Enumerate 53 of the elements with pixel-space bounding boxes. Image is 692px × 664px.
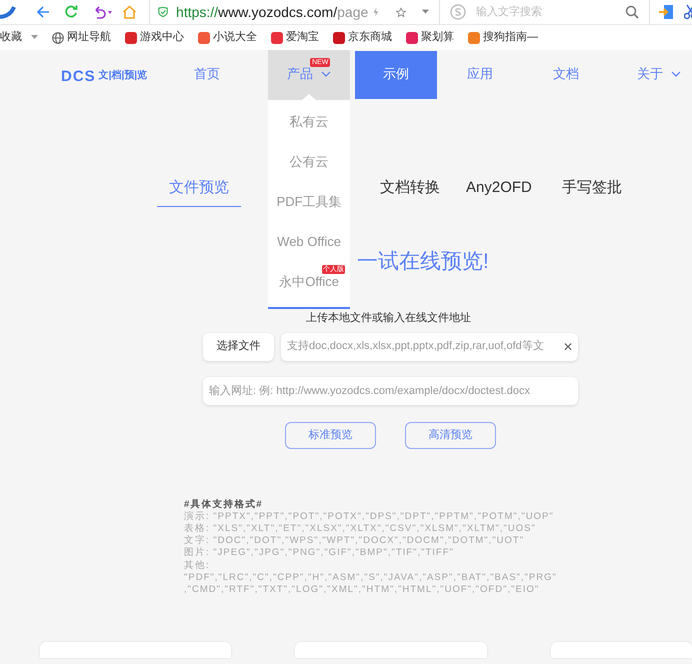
choose-file-button[interactable]: 选择文件 <box>203 332 274 360</box>
star-icon[interactable] <box>396 6 406 18</box>
back-icon[interactable] <box>36 5 50 19</box>
format-line: 演示: "PPTX","PPT","POT","POTX","DPS","DPT","PPTM","POTM","UOP" <box>184 510 555 523</box>
preview-button[interactable]: 标准预览 <box>285 422 376 448</box>
subtitle: 上传本地文件或输入在线文件地址 <box>306 310 472 326</box>
dropdown-icon[interactable] <box>31 35 38 40</box>
nav-item[interactable]: 应用 <box>437 50 524 100</box>
tab[interactable]: 手写签批 <box>550 176 634 207</box>
nav-item[interactable]: 关于 <box>609 50 692 100</box>
dropdown-icon[interactable] <box>422 9 429 15</box>
sogou-icon[interactable] <box>450 4 466 20</box>
nav-item[interactable]: 首页 <box>165 50 250 100</box>
lightning-icon[interactable] <box>372 5 380 19</box>
refresh-icon[interactable] <box>64 5 78 19</box>
format-line: 文字: "DOC","DOT","WPS","WPT","DOCX","DOCM","DOTM","UOT" <box>184 535 526 547</box>
bookmark-link[interactable]: 游戏中心 <box>140 29 184 46</box>
file-field[interactable]: 支持doc,docx,xls,xlsx,ppt,pptx,pdf,zip,rar,uof,ofd等文 ✕ <box>281 332 578 360</box>
format-line: 图片: "JPEG","JPG","PNG","GIF","BMP","TIF","TIFF" <box>184 547 455 560</box>
format-line: "PDF","LRC","C","CPP","H","ASM","S","JAVA","ASP","BAT","BAS","PRG" <box>184 572 558 584</box>
nav-item[interactable]: 示例 <box>355 51 438 99</box>
search-field[interactable]: 输入文字搜索 <box>476 4 625 20</box>
bookmark-link[interactable]: 收藏 <box>0 29 22 46</box>
format-line: 表格: "XLS","XLT","ET","XLSX","XLTX","CSV","XLSM","XLTM","UOS" <box>184 522 537 535</box>
bookmark-link[interactable]: 聚划算 <box>421 29 454 46</box>
login-icon[interactable] <box>658 4 674 20</box>
tab[interactable]: 文档转换 <box>368 176 452 207</box>
menu-item[interactable]: 私有云 <box>290 112 329 132</box>
heading: 一试在线预览! <box>357 251 490 272</box>
menu-item[interactable]: 公有云 <box>290 152 329 172</box>
format-line: ,"CMD","RTF","TXT","LOG","XML","HTM","HTML","UOF","OFD","EIO" <box>184 584 540 596</box>
search-icon[interactable] <box>625 5 639 19</box>
nav-item[interactable]: 文档 <box>523 50 610 100</box>
format-line: 其他: <box>184 560 211 572</box>
address-field[interactable]: https://www.yozodcs.com/page <box>176 2 368 22</box>
tab[interactable]: 文件预览 <box>157 176 241 207</box>
logo[interactable]: DCS <box>61 68 96 84</box>
bookmark-link[interactable]: 小说大全 <box>213 29 257 46</box>
shield-icon <box>158 5 168 19</box>
bookmark-link[interactable]: 京东商城 <box>348 29 392 46</box>
logo-text: 文|档|预|览 <box>98 71 148 81</box>
url-field[interactable]: 输入网址: 例: http://www.yozodcs.com/example/docx/doctest.docx <box>203 376 578 404</box>
menu-item[interactable]: 永中Office <box>279 272 339 292</box>
bookmark-link[interactable]: 网址导航 <box>67 29 111 46</box>
preview-button[interactable]: 高清预览 <box>405 422 496 448</box>
clear-icon[interactable]: ✕ <box>563 338 573 356</box>
menu-item[interactable]: Web Office <box>277 232 341 252</box>
bookmark-link[interactable]: 搜狗指南— <box>483 29 538 46</box>
bookmark-link[interactable]: 爱淘宝 <box>286 29 319 46</box>
home-icon[interactable] <box>122 5 137 19</box>
formats-title: #具体支持格式# <box>184 498 264 511</box>
menu-item[interactable]: PDF工具集 <box>276 192 342 212</box>
tab[interactable]: Any2OFD <box>454 176 544 207</box>
